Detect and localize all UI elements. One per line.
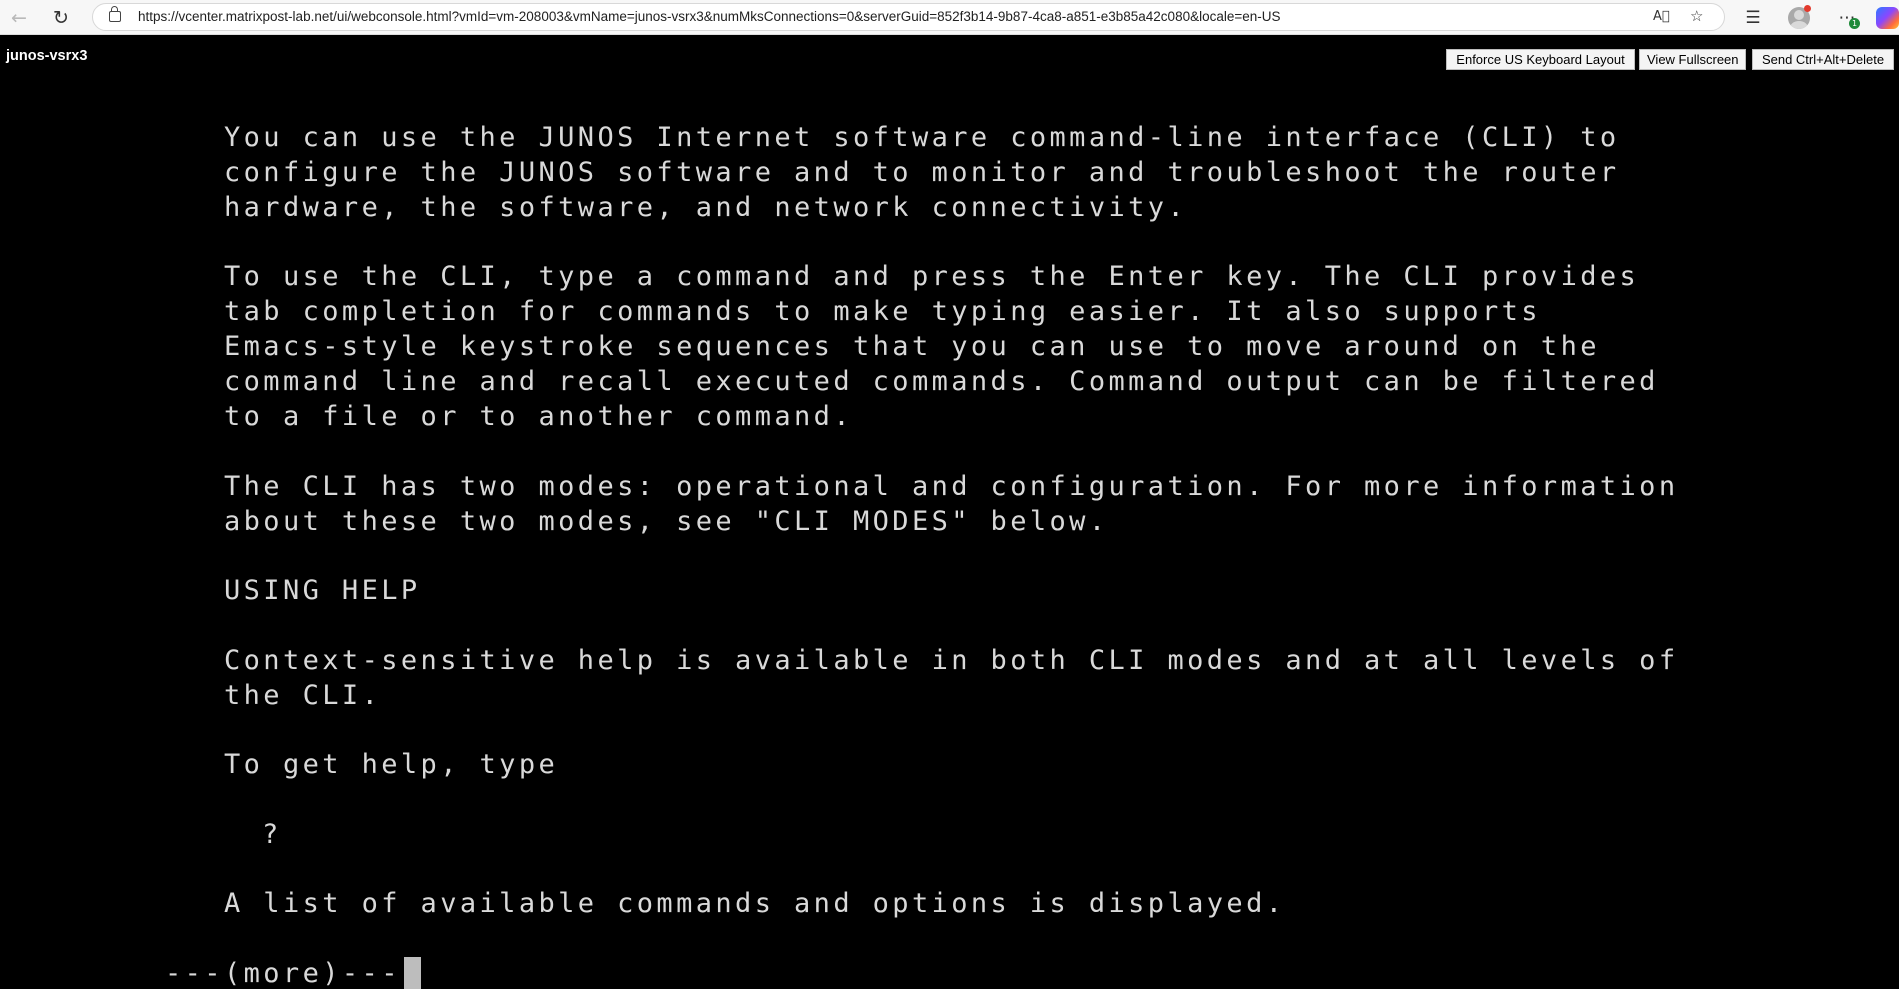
terminal-line: hardware, the software, and network conn… [224,192,1188,223]
vm-name: junos-vsrx3 [6,48,88,64]
url-text[interactable]: https://vcenter.matrixpost-lab.net/ui/we… [138,9,1281,24]
console-header: junos-vsrx3 Enforce US Keyboard Layout V… [0,35,1899,79]
terminal-line: the CLI. [224,680,382,711]
vm-console-screen[interactable]: You can use the JUNOS Internet software … [0,79,1899,989]
terminal-line: to a file or to another command. [224,401,853,432]
more-prompt: ---(more)--- [165,958,401,989]
terminal-line: tab completion for commands to make typi… [224,296,1541,327]
terminal-line: Context-sensitive help is available in b… [224,645,1679,676]
terminal-line: configure the JUNOS software and to moni… [224,157,1620,188]
terminal-line: Emacs-style keystroke sequences that you… [224,331,1600,362]
back-icon[interactable]: ← [6,5,32,31]
terminal-line: To use the CLI, type a command and press… [224,261,1640,292]
browser-toolbar: ← ↻ https://vcenter.matrixpost-lab.net/u… [0,0,1899,35]
terminal-cursor [404,957,421,989]
address-bar[interactable]: https://vcenter.matrixpost-lab.net/ui/we… [92,3,1725,31]
view-fullscreen-button[interactable]: View Fullscreen [1639,49,1746,70]
terminal-line: ? [262,819,282,850]
favorite-star-icon[interactable]: ☆ [1690,7,1703,25]
terminal-line: To get help, type [224,749,559,780]
terminal-line: A list of available commands and options… [224,888,1286,919]
terminal-heading: USING HELP [224,575,421,606]
enforce-us-keyboard-button[interactable]: Enforce US Keyboard Layout [1446,49,1635,70]
copilot-icon[interactable] [1876,7,1899,29]
notification-dot [1804,5,1811,12]
terminal-line: You can use the JUNOS Internet software … [224,122,1620,153]
lock-icon[interactable] [109,6,121,22]
favorites-icon[interactable]: ☰ [1740,5,1766,31]
send-ctrl-alt-del-button[interactable]: Send Ctrl+Alt+Delete [1752,49,1894,70]
terminal-line: The CLI has two modes: operational and c… [224,471,1679,502]
read-aloud-icon[interactable]: A⃣ [1653,9,1670,24]
extensions-badge: 1 [1849,18,1860,29]
terminal-line: about these two modes, see "CLI MODES" b… [224,506,1109,537]
terminal-line: command line and recall executed command… [224,366,1659,397]
refresh-icon[interactable]: ↻ [48,5,74,31]
